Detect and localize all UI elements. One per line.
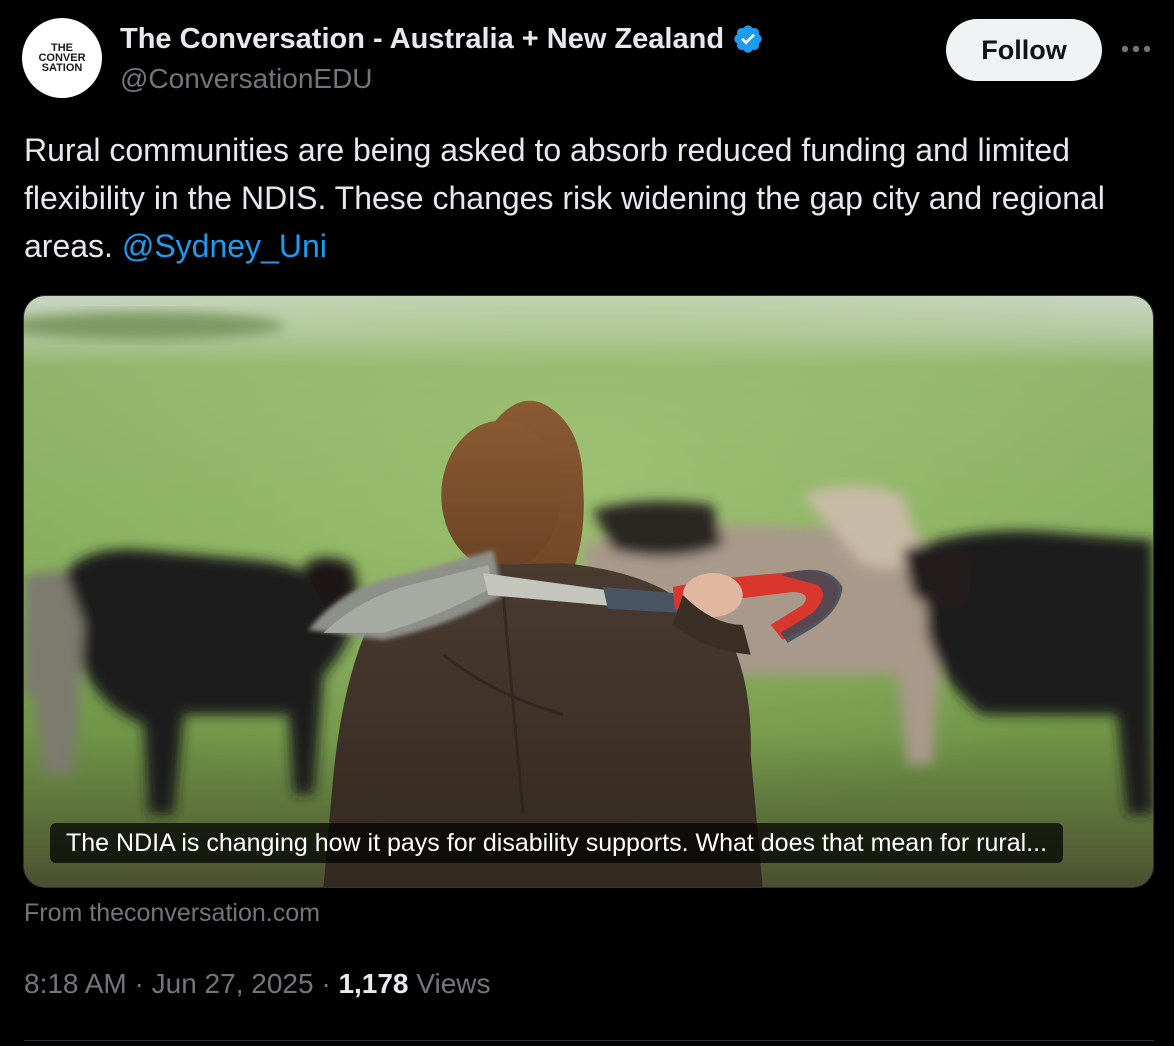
tweet-meta: 8:18 AM · Jun 27, 2025 · 1,178 Views [24,962,490,1006]
card-caption: The NDIA is changing how it pays for dis… [50,823,1064,863]
meta-separator: · [134,968,144,999]
author-avatar[interactable]: THE CONVER SATION [22,18,102,98]
tweet-time[interactable]: 8:18 AM [24,968,127,999]
tweet-text: Rural communities are being asked to abs… [24,126,1144,270]
link-card[interactable]: The NDIA is changing how it pays for dis… [23,295,1154,888]
verified-badge-icon[interactable] [732,23,764,55]
follow-button[interactable]: Follow [946,19,1102,81]
views-count[interactable]: 1,178 [338,968,408,999]
author-name-row[interactable]: The Conversation - Australia + New Zeala… [120,20,764,58]
tweet: THE CONVER SATION The Conversation - Aus… [0,0,1174,1046]
divider [24,1040,1154,1041]
more-dots-icon[interactable] [1118,34,1154,64]
meta-separator-2: · [321,968,331,999]
card-source-link[interactable]: From theconversation.com [24,896,320,930]
author-handle[interactable]: @ConversationEDU [120,60,764,98]
card-image [24,296,1153,887]
mention-link[interactable]: @Sydney_Uni [122,228,327,264]
avatar-logo-line-3: SATION [41,62,83,74]
author-name[interactable]: The Conversation - Australia + New Zeala… [120,20,724,58]
tweet-date[interactable]: Jun 27, 2025 [152,968,314,999]
views-label: Views [416,968,491,999]
author-block: The Conversation - Australia + New Zeala… [120,20,764,98]
